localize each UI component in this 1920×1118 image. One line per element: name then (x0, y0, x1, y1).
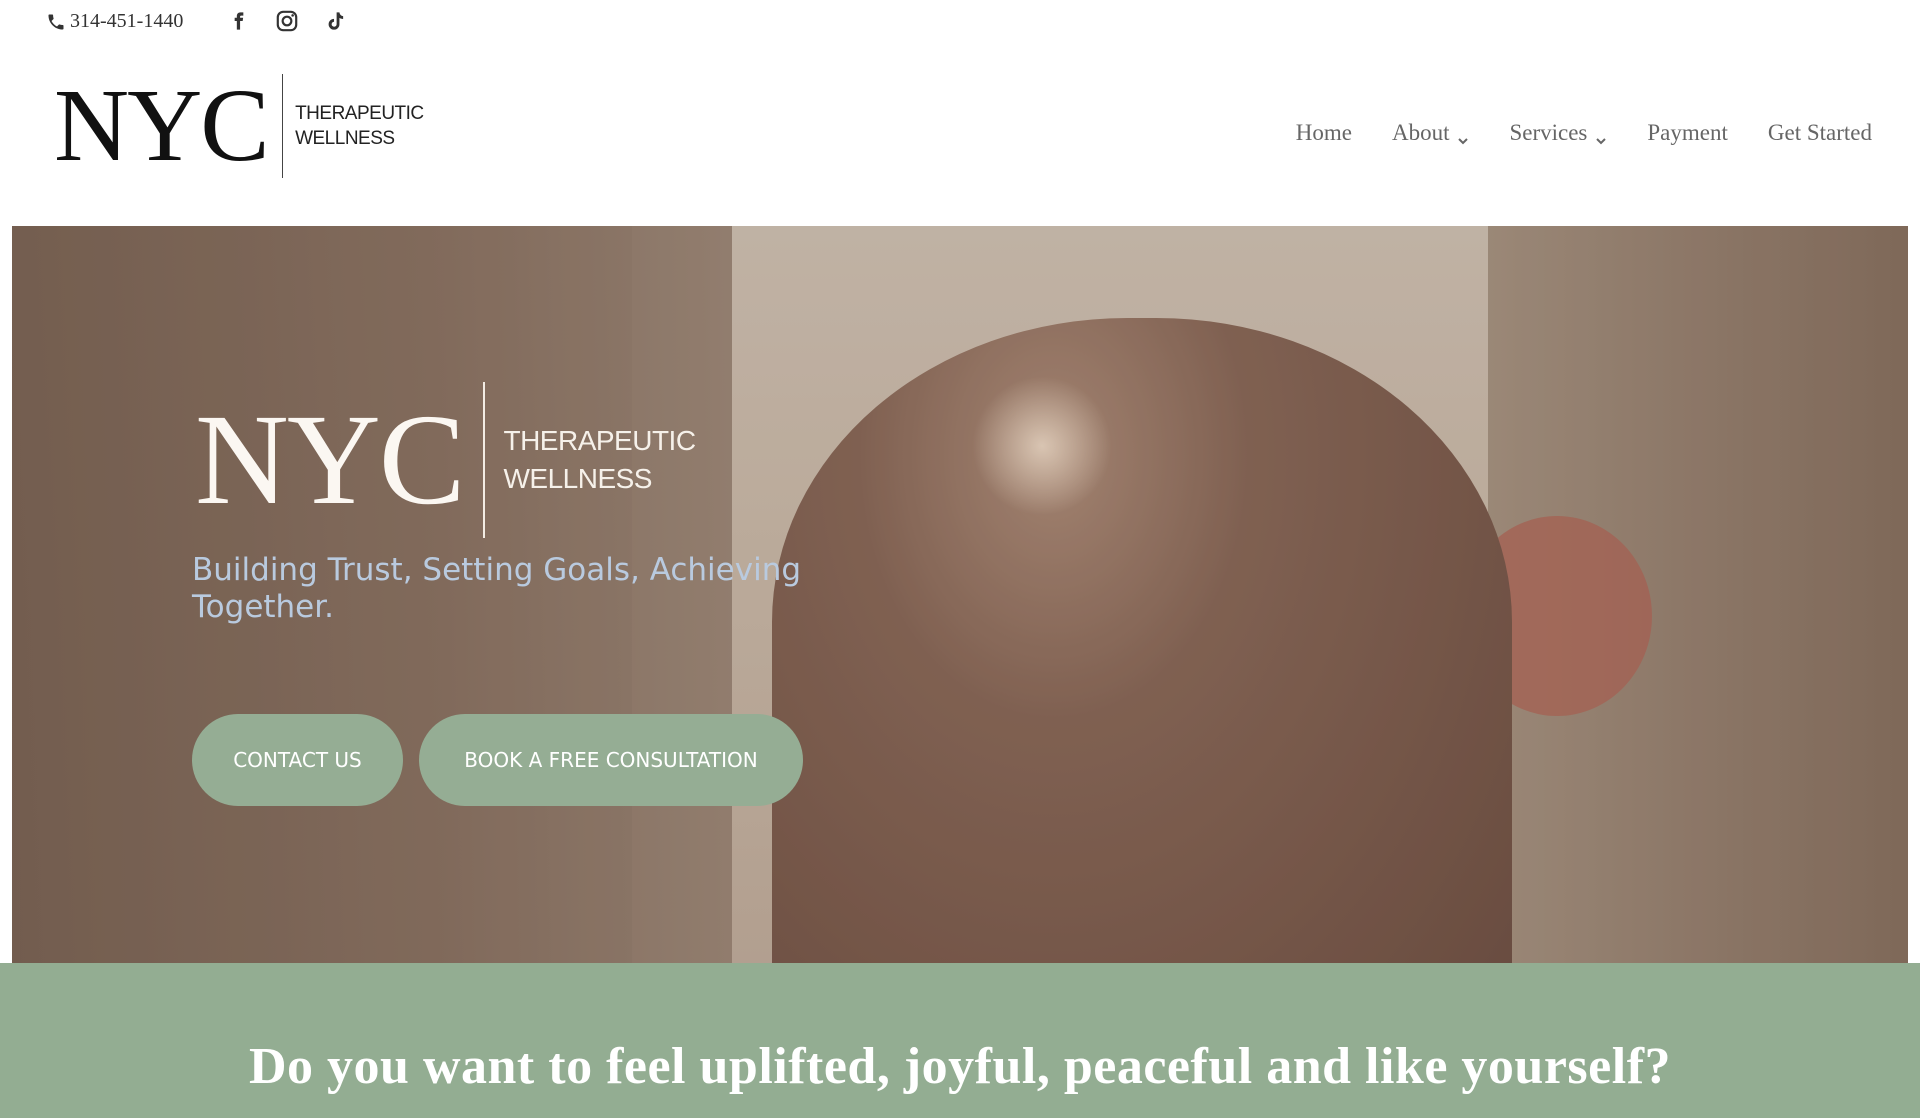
hero-logo-subtitle-line2: WELLNESS (503, 463, 652, 494)
hero-section: NYC THERAPEUTIC WELLNESS Building Trust,… (12, 226, 1908, 963)
logo-wordmark: NYC (54, 68, 270, 183)
contact-us-button[interactable]: CONTACT US (192, 714, 403, 806)
site-header: NYC THERAPEUTIC WELLNESS Home About Serv… (0, 46, 1920, 226)
logo-subtitle: THERAPEUTIC WELLNESS (295, 101, 424, 151)
intro-band: Do you want to feel uplifted, joyful, pe… (0, 963, 1920, 1118)
facebook-icon[interactable] (226, 8, 252, 34)
intro-headline: Do you want to feel uplifted, joyful, pe… (248, 1038, 1672, 1095)
logo-subtitle-line2: WELLNESS (295, 128, 395, 149)
hero-logo-subtitle-line1: THERAPEUTIC (503, 425, 696, 456)
hero-buttons: CONTACT US BOOK A FREE CONSULTATION (192, 714, 803, 806)
nav-item-label: Get Started (1767, 120, 1872, 145)
site-logo[interactable]: NYC THERAPEUTIC WELLNESS (54, 74, 424, 178)
nav-item-get-started[interactable]: Get Started (1768, 120, 1872, 146)
chevron-down-icon (1595, 127, 1607, 145)
hero-logo-subtitle: THERAPEUTIC WELLNESS (503, 422, 696, 498)
nav-item-home[interactable]: Home (1296, 120, 1352, 146)
phone-icon (46, 12, 66, 32)
phone-link[interactable]: 314-451-1440 (46, 10, 183, 33)
chevron-down-icon (1457, 127, 1469, 145)
nav-item-payment[interactable]: Payment (1647, 120, 1728, 146)
hero-logo-wordmark: NYC (195, 388, 465, 532)
book-consultation-button[interactable]: BOOK A FREE CONSULTATION (419, 714, 803, 806)
nav-item-label: Home (1295, 120, 1352, 145)
phone-number: 314-451-1440 (70, 10, 184, 32)
top-bar: 314-451-1440 (0, 0, 1920, 46)
instagram-icon[interactable] (274, 8, 300, 34)
nav-item-label: Services (1509, 120, 1588, 145)
hero-logo: NYC THERAPEUTIC WELLNESS (195, 382, 696, 538)
hero-tagline: Building Trust, Setting Goals, Achieving… (192, 552, 802, 625)
nav-item-label: About (1391, 120, 1450, 145)
tiktok-icon[interactable] (322, 8, 348, 34)
main-nav: Home About Services Payment Get Started (1296, 120, 1872, 146)
logo-divider (281, 74, 284, 178)
nav-item-label: Payment (1647, 120, 1728, 145)
hero-logo-divider (483, 382, 486, 538)
nav-item-about[interactable]: About (1392, 120, 1470, 146)
logo-subtitle-line1: THERAPEUTIC (295, 103, 424, 124)
social-links (226, 8, 348, 34)
nav-item-services[interactable]: Services (1509, 120, 1607, 146)
